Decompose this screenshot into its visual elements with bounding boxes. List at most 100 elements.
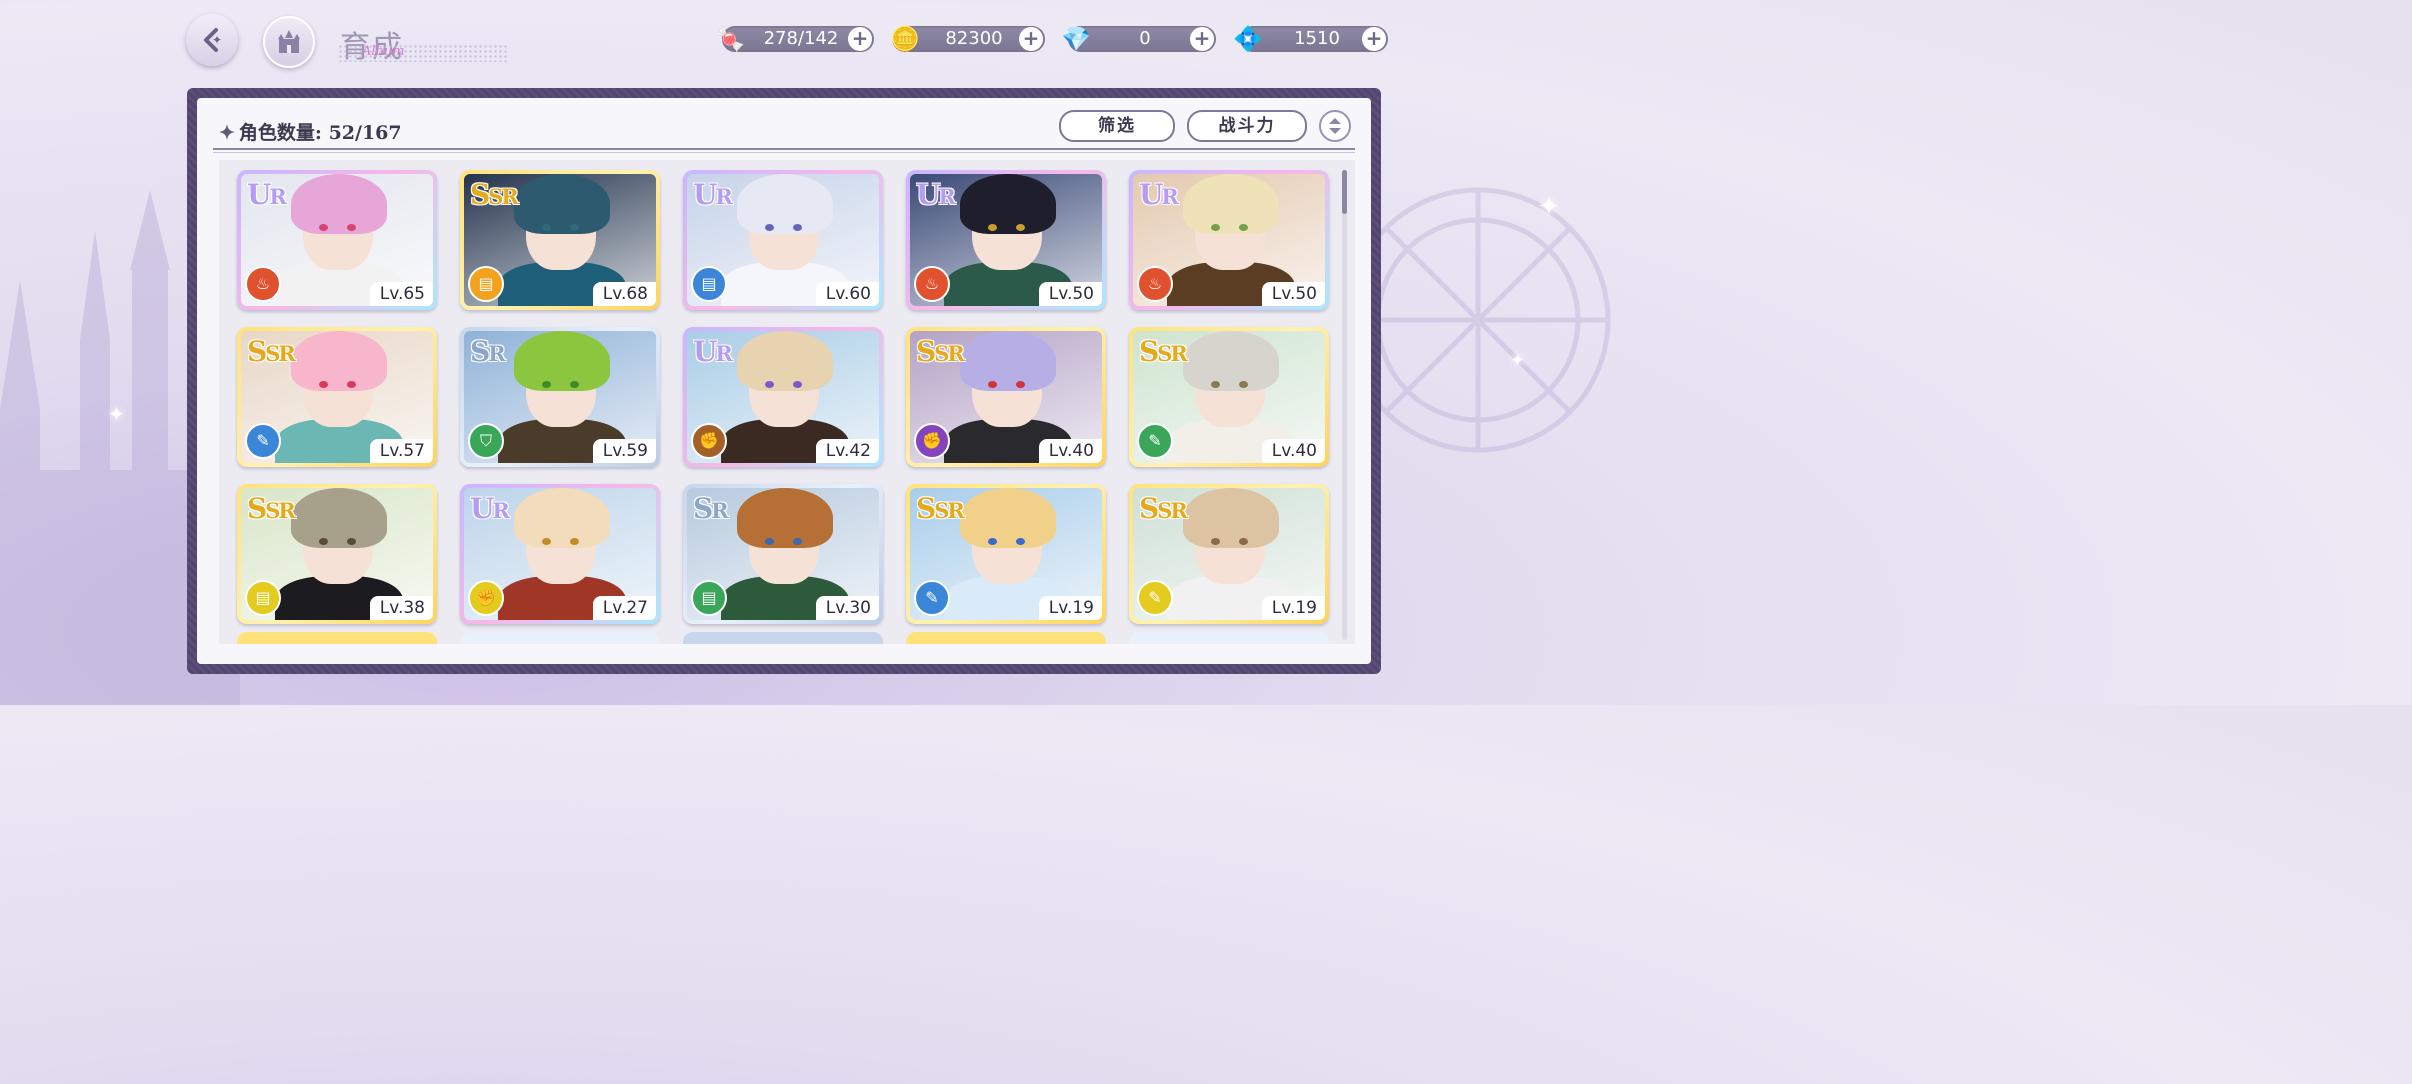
character-hair	[1183, 488, 1279, 548]
character-eye	[988, 538, 997, 545]
character-card[interactable]: SSR ▤ Lv.38	[237, 484, 437, 624]
tool-element-icon: ✎	[914, 580, 950, 616]
character-card[interactable]: UR ♨ Lv.50	[1129, 170, 1329, 310]
fist-element-icon: ✊	[914, 423, 950, 459]
character-card[interactable]: SR ▤ Lv.30	[683, 484, 883, 624]
character-card[interactable]: SSR ✎ Lv.19	[906, 484, 1106, 624]
gold-coin-icon: 🪙	[890, 25, 920, 53]
character-portrait: UR ♨ Lv.50	[910, 174, 1102, 306]
character-eye	[1211, 538, 1220, 545]
character-portrait: SR ▤ Lv.30	[687, 488, 879, 620]
character-eye	[570, 381, 579, 388]
level-label: Lv.50	[1038, 282, 1102, 306]
title-script: Album	[362, 44, 405, 59]
rarity-badge: UR	[470, 492, 510, 525]
character-count: ✦ 角色数量: 52/167	[219, 118, 402, 145]
rarity-badge: SR	[693, 492, 729, 525]
character-eye	[1211, 224, 1220, 231]
level-label: Lv.59	[592, 439, 656, 463]
character-eye	[1239, 381, 1248, 388]
character-card[interactable]: UR ✊ Lv.27	[460, 484, 660, 624]
character-card[interactable]: SSR ✎ Lv.57	[237, 327, 437, 467]
add-gold-button[interactable]: +	[1019, 27, 1043, 51]
character-card[interactable]: UR ♨ Lv.50	[906, 170, 1106, 310]
character-portrait: SR ⛉ Lv.59	[464, 331, 656, 463]
character-portrait: UR ✊ Lv.42	[687, 331, 879, 463]
back-arrow-icon: ✦	[204, 28, 222, 52]
back-button[interactable]: ✦	[186, 14, 238, 66]
home-button[interactable]	[263, 16, 315, 68]
character-eye	[570, 224, 579, 231]
rarity-badge: SSR	[916, 335, 965, 368]
character-card-partial[interactable]	[460, 632, 660, 644]
resource-rainbow-gem: 💎 0 +	[1061, 25, 1216, 53]
character-card[interactable]: SSR ✎ Lv.40	[1129, 327, 1329, 467]
rarity-badge: SSR	[916, 492, 965, 525]
svg-text:✦: ✦	[212, 33, 222, 47]
character-card-partial[interactable]	[237, 632, 437, 644]
level-label: Lv.19	[1038, 596, 1102, 620]
add-rainbow-gem-button[interactable]: +	[1190, 27, 1214, 51]
character-eye	[793, 538, 802, 545]
character-eye	[1211, 381, 1220, 388]
sort-power-button[interactable]: 战斗力	[1187, 110, 1307, 142]
character-card[interactable]: SSR ▤ Lv.68	[460, 170, 660, 310]
rarity-badge: SSR	[470, 178, 519, 211]
resource-gold: 🪙 82300 +	[890, 25, 1045, 53]
character-hair	[960, 488, 1056, 548]
level-label: Lv.60	[815, 282, 879, 306]
fire-element-icon: ♨	[245, 266, 281, 302]
rarity-badge: UR	[247, 178, 287, 211]
character-eye	[347, 381, 356, 388]
character-eye	[793, 381, 802, 388]
character-card[interactable]: UR ✊ Lv.42	[683, 327, 883, 467]
sort-order-button[interactable]	[1319, 110, 1351, 142]
character-card-partial[interactable]	[906, 632, 1106, 644]
rarity-badge: SSR	[1139, 492, 1188, 525]
character-portrait: SSR ✎ Lv.19	[1133, 488, 1325, 620]
sparkle-icon: ✦	[108, 402, 125, 426]
character-portrait: SSR ▤ Lv.68	[464, 174, 656, 306]
rarity-badge: UR	[916, 178, 956, 211]
character-card[interactable]: SSR ✎ Lv.19	[1129, 484, 1329, 624]
divider	[213, 152, 1355, 153]
scrollbar[interactable]	[1342, 170, 1347, 640]
tool-element-icon: ✎	[1137, 580, 1173, 616]
character-portrait: SSR ✎ Lv.40	[1133, 331, 1325, 463]
character-eye	[1239, 538, 1248, 545]
add-candy-button[interactable]: +	[848, 27, 872, 51]
character-card[interactable]: UR ▤ Lv.60	[683, 170, 883, 310]
character-hair	[514, 174, 610, 234]
character-eye	[988, 381, 997, 388]
character-card-partial[interactable]	[1129, 632, 1329, 644]
character-portrait: SSR ✎ Lv.57	[241, 331, 433, 463]
rainbow-gem-icon: 💎	[1061, 25, 1091, 53]
character-hair	[737, 488, 833, 548]
character-grid[interactable]: UR ♨ Lv.65 SSR ▤ Lv.68 UR ▤ Lv.60 UR ♨ Lv.50 UR ♨ Lv.5…	[219, 160, 1355, 644]
character-portrait: UR ▤ Lv.60	[687, 174, 879, 306]
character-eye	[765, 538, 774, 545]
level-label: Lv.50	[1261, 282, 1325, 306]
character-hair	[737, 174, 833, 234]
rarity-badge: SSR	[247, 492, 296, 525]
fire-element-icon: ♨	[914, 266, 950, 302]
character-hair	[291, 488, 387, 548]
character-card[interactable]: UR ♨ Lv.65	[237, 170, 437, 310]
scrollbar-thumb[interactable]	[1342, 170, 1347, 214]
character-hair	[960, 174, 1056, 234]
level-label: Lv.38	[369, 596, 433, 620]
fire-element-icon: ♨	[1137, 266, 1173, 302]
add-diamond-button[interactable]: +	[1362, 27, 1386, 51]
character-hair	[291, 331, 387, 391]
character-card[interactable]: SR ⛉ Lv.59	[460, 327, 660, 467]
fist-element-icon: ✊	[468, 580, 504, 616]
tool-element-icon: ✎	[1137, 423, 1173, 459]
filter-button[interactable]: 筛选	[1059, 110, 1175, 142]
character-hair	[960, 331, 1056, 391]
character-eye	[988, 224, 997, 231]
character-eye	[319, 538, 328, 545]
character-card[interactable]: SSR ✊ Lv.40	[906, 327, 1106, 467]
resource-value: 0	[1139, 28, 1151, 49]
character-portrait: UR ✊ Lv.27	[464, 488, 656, 620]
character-card-partial[interactable]	[683, 632, 883, 644]
